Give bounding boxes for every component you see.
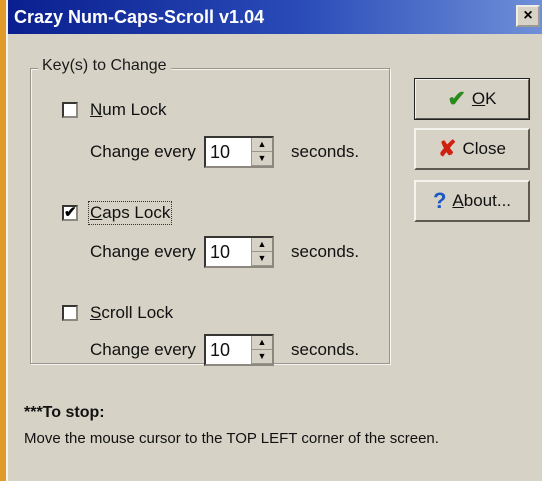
about-button[interactable]: ? About... xyxy=(414,180,530,222)
spin-down-icon[interactable]: ▼ xyxy=(252,252,272,266)
stop-title: ***To stop: xyxy=(24,404,105,421)
x-icon: ✘ xyxy=(438,136,457,161)
num-lock-interval-value[interactable]: 10 xyxy=(206,138,251,166)
scroll-lock-interval-value[interactable]: 10 xyxy=(206,336,251,364)
spin-up-icon[interactable]: ▲ xyxy=(252,138,272,152)
num-lock-checkbox-row[interactable]: Num Lock xyxy=(62,100,167,120)
scroll-lock-interval-spinner[interactable]: 10 ▲ ▼ xyxy=(204,334,274,366)
num-lock-change-label: Change every xyxy=(90,142,196,161)
caps-lock-interval-row: Change every 10 ▲ ▼ seconds. xyxy=(90,236,359,268)
scroll-lock-checkbox-row[interactable]: Scroll Lock xyxy=(62,303,173,323)
caps-lock-label[interactable]: Caps Lock xyxy=(87,201,173,225)
scroll-lock-interval-row: Change every 10 ▲ ▼ seconds. xyxy=(90,334,359,366)
caps-lock-unit-label: seconds. xyxy=(291,242,360,261)
spin-down-icon[interactable]: ▼ xyxy=(252,350,272,364)
num-lock-checkbox[interactable] xyxy=(62,102,78,118)
spin-up-icon[interactable]: ▲ xyxy=(252,238,272,252)
caps-lock-interval-spinner[interactable]: 10 ▲ ▼ xyxy=(204,236,274,268)
stop-instructions: Move the mouse cursor to the TOP LEFT co… xyxy=(24,430,439,447)
caps-lock-interval-value[interactable]: 10 xyxy=(206,238,251,266)
num-lock-unit-label: seconds. xyxy=(291,142,360,161)
caps-lock-checkbox[interactable]: ✔ xyxy=(62,205,78,221)
close-button-label: Close xyxy=(462,139,506,158)
spin-down-icon[interactable]: ▼ xyxy=(252,152,272,166)
spin-up-icon[interactable]: ▲ xyxy=(252,336,272,350)
scroll-lock-unit-label: seconds. xyxy=(291,340,360,359)
about-button-label: About... xyxy=(452,191,512,210)
ok-button[interactable]: ✔ OK xyxy=(414,78,530,120)
num-lock-interval-row: Change every 10 ▲ ▼ seconds. xyxy=(90,136,359,168)
caps-lock-change-label: Change every xyxy=(90,242,196,261)
caps-lock-checkbox-row[interactable]: ✔ Caps Lock xyxy=(62,201,173,225)
scroll-lock-checkbox[interactable] xyxy=(62,305,78,321)
num-lock-interval-spinner[interactable]: 10 ▲ ▼ xyxy=(204,136,274,168)
keys-group-legend: Key(s) to Change xyxy=(38,57,171,75)
close-button[interactable]: ✘ Close xyxy=(414,128,530,170)
ok-button-label: OK xyxy=(471,89,497,108)
checkmark-icon: ✔ xyxy=(447,86,466,111)
num-lock-label[interactable]: Num Lock xyxy=(90,100,167,120)
window-close-button[interactable]: × xyxy=(516,5,540,27)
scroll-lock-label[interactable]: Scroll Lock xyxy=(90,303,173,323)
window-title: Crazy Num-Caps-Scroll v1.04 xyxy=(14,7,265,27)
scroll-lock-change-label: Change every xyxy=(90,340,196,359)
question-icon: ? xyxy=(432,188,447,213)
title-bar[interactable]: Crazy Num-Caps-Scroll v1.04 × xyxy=(8,0,542,34)
